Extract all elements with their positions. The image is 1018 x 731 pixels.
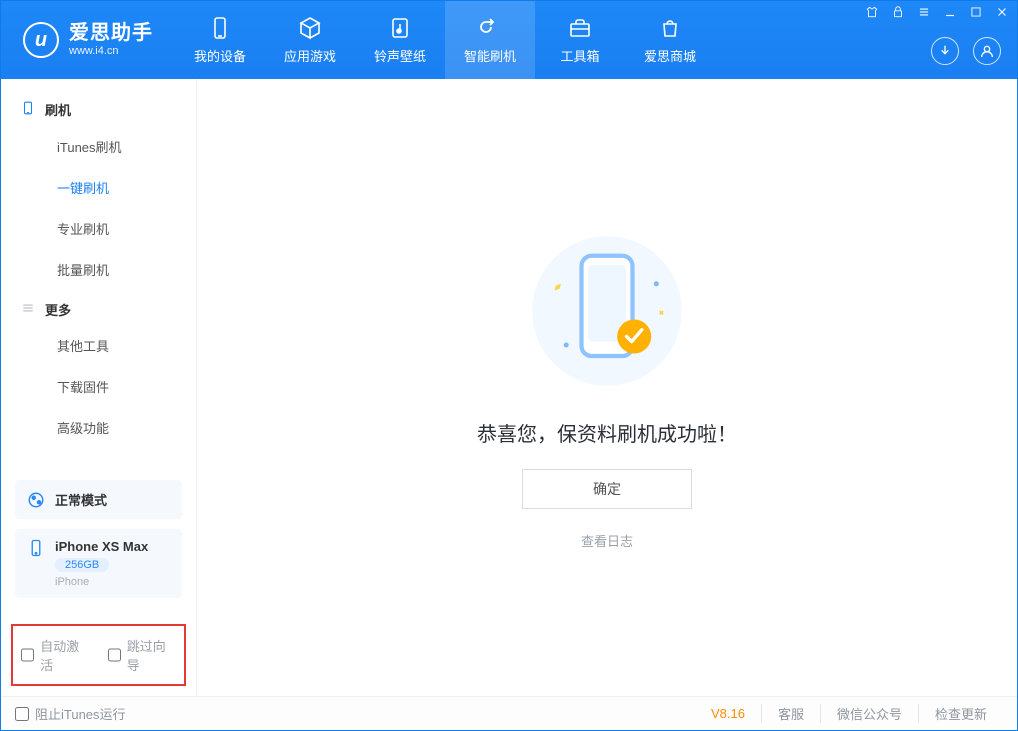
nav-label: 应用游戏 (284, 46, 336, 65)
sidebar-item-other-tools[interactable]: 其他工具 (1, 325, 196, 366)
download-button[interactable] (931, 37, 959, 65)
block-itunes-input[interactable] (15, 707, 29, 721)
menu-icon[interactable] (917, 5, 931, 19)
check-update-link[interactable]: 检查更新 (918, 704, 1003, 723)
sidebar-item-pro-flash[interactable]: 专业刷机 (1, 208, 196, 249)
main-content: 恭喜您，保资料刷机成功啦！ 确定 查看日志 (197, 79, 1017, 696)
note-icon (388, 16, 412, 40)
device-icon (27, 539, 45, 557)
sidebar-item-itunes-flash[interactable]: iTunes刷机 (1, 126, 196, 167)
brand-logo-icon: u (23, 22, 59, 58)
sidebar: 刷机 iTunes刷机 一键刷机 专业刷机 批量刷机 更多 其他工具 下载固件 (1, 79, 197, 696)
toolbox-icon (568, 16, 592, 40)
brand: u 爱思助手 www.i4.cn (1, 1, 171, 79)
skip-guide-label: 跳过向导 (127, 636, 176, 674)
nav-apps-games[interactable]: 应用游戏 (265, 1, 355, 79)
view-log-link[interactable]: 查看日志 (581, 531, 633, 550)
device-card[interactable]: iPhone XS Max 256GB iPhone (15, 529, 182, 598)
sidebar-group-title: 刷机 (45, 100, 71, 119)
nav-label: 爱思商城 (644, 46, 696, 65)
auto-activate-input[interactable] (21, 648, 34, 662)
top-nav: 我的设备 应用游戏 铃声壁纸 智能刷机 (175, 1, 715, 79)
nav-my-device[interactable]: 我的设备 (175, 1, 265, 79)
brand-url: www.i4.cn (69, 45, 153, 58)
wechat-link[interactable]: 微信公众号 (820, 704, 918, 723)
nav-label: 智能刷机 (464, 46, 516, 65)
confirm-button[interactable]: 确定 (522, 469, 692, 509)
sidebar-group-more: 更多 (1, 290, 196, 325)
auto-activate-label: 自动激活 (40, 636, 89, 674)
nav-label: 工具箱 (560, 46, 599, 65)
device-storage-badge: 256GB (55, 558, 109, 572)
block-itunes-checkbox[interactable]: 阻止iTunes运行 (15, 704, 126, 723)
sidebar-group-title: 更多 (45, 300, 71, 319)
shirt-icon[interactable] (865, 5, 879, 19)
nav-toolbox[interactable]: 工具箱 (535, 1, 625, 79)
block-itunes-label: 阻止iTunes运行 (35, 704, 126, 723)
close-button[interactable] (995, 5, 1009, 19)
highlighted-options: 自动激活 跳过向导 (11, 624, 186, 686)
customer-service-link[interactable]: 客服 (761, 704, 820, 723)
refresh-icon (478, 16, 502, 40)
sidebar-item-advanced[interactable]: 高级功能 (1, 407, 196, 448)
sidebar-item-download-firmware[interactable]: 下载固件 (1, 366, 196, 407)
sidebar-item-oneclick-flash[interactable]: 一键刷机 (1, 167, 196, 208)
skip-guide-input[interactable] (108, 648, 121, 662)
sidebar-item-batch-flash[interactable]: 批量刷机 (1, 249, 196, 290)
nav-store[interactable]: 爱思商城 (625, 1, 715, 79)
skip-guide-checkbox[interactable]: 跳过向导 (108, 636, 177, 674)
store-icon (658, 16, 682, 40)
version-label: V8.16 (711, 706, 761, 721)
list-icon (21, 301, 35, 318)
success-illustration (522, 226, 692, 396)
sidebar-group-flash: 刷机 (1, 89, 196, 126)
device-outline-icon (21, 99, 35, 120)
nav-label: 铃声壁纸 (374, 46, 426, 65)
cube-icon (298, 16, 322, 40)
nav-label: 我的设备 (194, 46, 246, 65)
device-type: iPhone (55, 576, 148, 588)
phone-icon (208, 16, 232, 40)
header-actions (931, 37, 1001, 65)
auto-activate-checkbox[interactable]: 自动激活 (21, 636, 90, 674)
mode-label: 正常模式 (55, 490, 107, 509)
mode-icon (27, 491, 45, 509)
mode-card[interactable]: 正常模式 (15, 480, 182, 519)
maximize-button[interactable] (969, 5, 983, 19)
titlebar: u 爱思助手 www.i4.cn 我的设备 应用游戏 (1, 1, 1017, 79)
success-title: 恭喜您，保资料刷机成功啦！ (477, 418, 737, 447)
minimize-button[interactable] (943, 5, 957, 19)
nav-smart-flash[interactable]: 智能刷机 (445, 1, 535, 79)
status-bar: 阻止iTunes运行 V8.16 客服 微信公众号 检查更新 (1, 696, 1017, 730)
brand-name: 爱思助手 (69, 22, 153, 45)
window-controls (865, 5, 1009, 19)
lock-icon[interactable] (891, 5, 905, 19)
nav-ring-wallpaper[interactable]: 铃声壁纸 (355, 1, 445, 79)
device-name: iPhone XS Max (55, 539, 148, 554)
app-window: u 爱思助手 www.i4.cn 我的设备 应用游戏 (0, 0, 1018, 731)
user-button[interactable] (973, 37, 1001, 65)
